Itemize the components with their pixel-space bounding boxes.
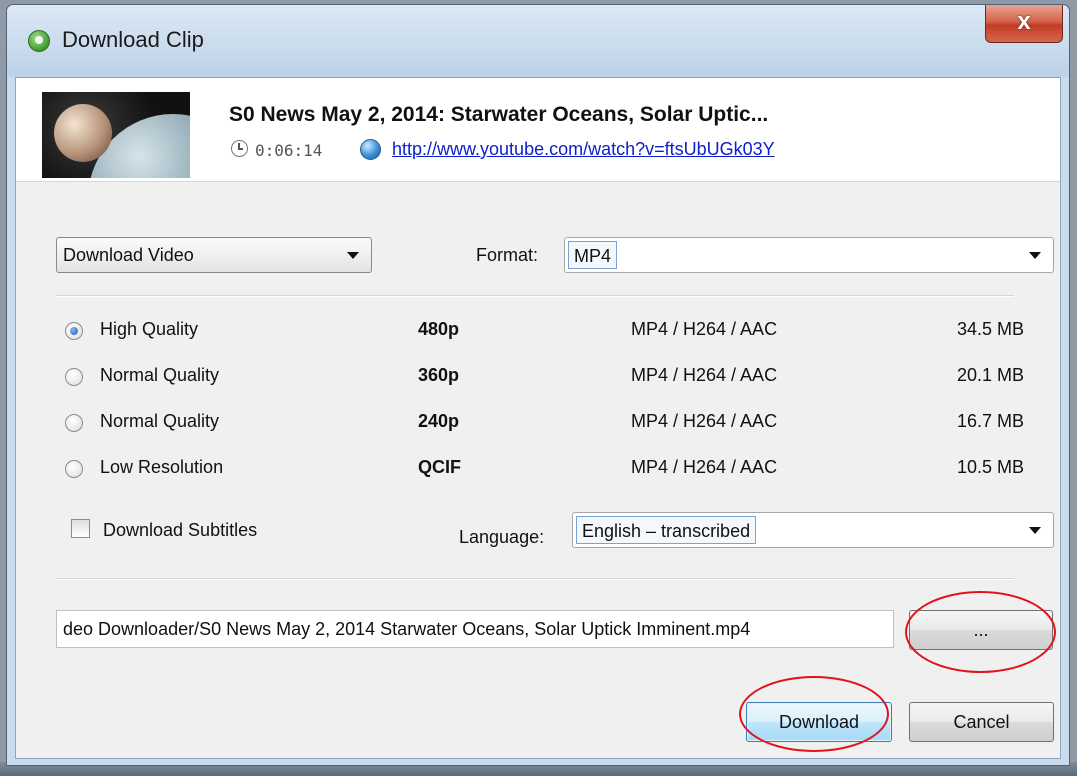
cancel-button[interactable]: Cancel bbox=[909, 702, 1054, 742]
quality-resolution: 240p bbox=[418, 411, 460, 431]
download-subtitles-checkbox[interactable] bbox=[71, 519, 90, 538]
video-duration: 0:06:14 bbox=[255, 141, 323, 160]
language-select[interactable]: English – transcribed bbox=[572, 512, 1054, 548]
format-value: MP4 bbox=[568, 241, 618, 269]
language-value: English – transcribed bbox=[576, 516, 757, 544]
separator bbox=[56, 295, 1014, 297]
quality-option[interactable]: High Quality 480p MP4 / H264 / AAC 34.5 … bbox=[16, 317, 1060, 347]
language-label: Language: bbox=[459, 527, 545, 547]
browse-button[interactable]: ... bbox=[909, 610, 1053, 650]
quality-resolution: 480p bbox=[418, 319, 460, 339]
format-select[interactable]: MP4 bbox=[564, 237, 1054, 273]
app-download-icon bbox=[28, 30, 50, 52]
quality-codec: MP4 / H264 / AAC bbox=[631, 457, 778, 477]
save-path-input[interactable]: deo Downloader/S0 News May 2, 2014 Starw… bbox=[56, 610, 894, 648]
title-bar: Download Clip x bbox=[7, 5, 1069, 77]
video-thumbnail bbox=[42, 92, 190, 178]
clock-icon bbox=[231, 140, 248, 157]
chevron-down-icon bbox=[347, 252, 359, 259]
format-label: Format: bbox=[476, 245, 539, 265]
video-title: S0 News May 2, 2014: Starwater Oceans, S… bbox=[229, 103, 769, 126]
video-info-panel: S0 News May 2, 2014: Starwater Oceans, S… bbox=[16, 78, 1060, 182]
quality-name: High Quality bbox=[100, 319, 199, 339]
quality-radio[interactable] bbox=[65, 414, 83, 432]
quality-resolution: 360p bbox=[418, 365, 460, 385]
quality-size: 16.7 MB bbox=[956, 411, 1024, 431]
close-button[interactable]: x bbox=[985, 5, 1063, 43]
chevron-down-icon bbox=[1029, 252, 1041, 259]
quality-codec: MP4 / H264 / AAC bbox=[631, 411, 778, 431]
download-button[interactable]: Download bbox=[746, 702, 892, 742]
quality-radio[interactable] bbox=[65, 368, 83, 386]
separator bbox=[56, 578, 1014, 580]
download-clip-dialog: Download Clip x S0 News May 2, 2014: Sta… bbox=[6, 4, 1070, 766]
download-subtitles-label[interactable]: Download Subtitles bbox=[103, 520, 257, 541]
quality-name: Normal Quality bbox=[100, 365, 220, 385]
quality-name: Normal Quality bbox=[100, 411, 220, 431]
download-mode-value: Download Video bbox=[63, 245, 194, 265]
quality-name: Low Resolution bbox=[100, 457, 224, 477]
quality-resolution: QCIF bbox=[418, 457, 461, 477]
quality-option[interactable]: Normal Quality 360p MP4 / H264 / AAC 20.… bbox=[16, 363, 1060, 393]
chevron-down-icon bbox=[1029, 527, 1041, 534]
video-url-link[interactable]: http://www.youtube.com/watch?v=ftsUbUGk0… bbox=[392, 139, 775, 160]
thumbnail-planet-small bbox=[54, 104, 112, 162]
quality-size: 20.1 MB bbox=[956, 365, 1024, 385]
quality-option[interactable]: Normal Quality 240p MP4 / H264 / AAC 16.… bbox=[16, 409, 1060, 439]
quality-size: 34.5 MB bbox=[956, 319, 1024, 339]
globe-icon bbox=[360, 139, 381, 160]
quality-codec: MP4 / H264 / AAC bbox=[631, 365, 778, 385]
quality-option[interactable]: Low Resolution QCIF MP4 / H264 / AAC 10.… bbox=[16, 455, 1060, 485]
window-title: Download Clip bbox=[62, 27, 204, 52]
dialog-content: S0 News May 2, 2014: Starwater Oceans, S… bbox=[15, 77, 1061, 759]
quality-radio[interactable] bbox=[65, 460, 83, 478]
download-mode-select[interactable]: Download Video bbox=[56, 237, 372, 273]
quality-size: 10.5 MB bbox=[956, 457, 1024, 477]
quality-radio-selected[interactable] bbox=[65, 322, 83, 340]
quality-codec: MP4 / H264 / AAC bbox=[631, 319, 778, 339]
